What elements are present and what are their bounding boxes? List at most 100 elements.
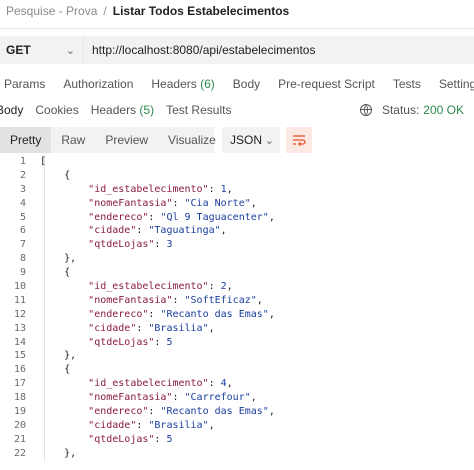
code-line: 12 "endereco": "Recanto das Emas", [0,308,474,322]
status-area: Status: 200 OK [359,100,464,120]
response-tab-label: Test Results [166,103,232,117]
breadcrumb: Pesquise - Prova / Listar Todos Estabele… [6,2,289,20]
breadcrumb-separator: / [103,4,107,18]
code-text: "cidade": "Brasilia", [88,322,215,334]
response-tabs: Body Cookies Headers (5) Test Results [0,103,243,117]
line-number: 17 [13,378,26,390]
code-text: [ [40,156,47,167]
request-tab-params[interactable]: Params [4,77,45,91]
code-line: 2 { [0,169,474,183]
response-tab-count: (5) [139,103,155,117]
code-text: "nomeFantasia": "Cia Norte", [88,197,257,209]
code-text: "nomeFantasia": "SoftEficaz", [88,294,263,306]
globe-icon[interactable] [359,104,372,116]
code-text: { [40,169,71,181]
code-line: 16 { [0,363,474,377]
request-tab-headers[interactable]: Headers (6) [151,77,214,91]
response-tab-label: Body [0,103,24,117]
request-tab-label: Pre-request Script [278,77,375,91]
line-number: 2 [19,169,26,181]
code-text: "nomeFantasia": "Carrefour", [88,392,257,404]
code-text: "qtdeLojas": 5 [88,336,173,348]
line-number: 18 [13,392,26,404]
request-tab-label: Authorization [63,77,134,91]
breadcrumb-collection[interactable]: Pesquise - Prova [6,4,97,18]
code-text: "endereco": "Recanto das Emas", [88,308,275,320]
code-line: 20 "cidade": "Brasilia", [0,419,474,433]
code-line: 19 "endereco": "Recanto das Emas", [0,405,474,419]
code-text: "cidade": "Taguatinga", [88,225,227,237]
url-bar: GET ⌄ http://localhost:8080/api/estabele… [0,36,474,64]
code-text: "qtdeLojas": 5 [88,433,173,445]
response-tabs-bar: Body Cookies Headers (5) Test Results Statu… [0,100,474,120]
method-label: GET [6,43,31,57]
code-line: 4 "nomeFantasia": "Cia Norte", [0,197,474,211]
request-tab-count: (6) [200,77,215,91]
request-tab-label: Tests [392,77,421,91]
code-line: 18 "nomeFantasia": "Carrefour", [0,391,474,405]
format-option-visualize[interactable]: Visualize [158,127,226,153]
request-tab-label: Body [232,77,261,91]
response-tab-cookies[interactable]: Cookies [35,103,78,117]
chevron-down-icon: ⌄ [65,44,75,57]
line-number: 16 [13,364,26,376]
code-line: 17 "id_estabelecimento": 4, [0,377,474,391]
code-line: 10 "id_estabelecimento": 2, [0,280,474,294]
code-text: "id_estabelecimento": 2, [88,281,233,293]
code-line: 22 }, [0,447,474,461]
code-line: 6 "cidade": "Taguatinga", [0,224,474,238]
code-text: "endereco": "Recanto das Emas", [88,406,275,418]
request-tab-authorization[interactable]: Authorization [63,77,133,91]
line-number: 6 [19,225,26,237]
code-text: { [40,267,71,279]
code-text: "cidade": "Brasilia", [88,419,215,431]
response-body-editor[interactable]: 1[2 {3 "id_estabelecimento": 1, 4 "nomeFa… [0,155,474,461]
line-number: 14 [13,336,26,348]
code-line: 7 "qtdeLojas": 3 [0,238,474,252]
line-number: 5 [19,211,26,223]
request-title[interactable]: Listar Todos Estabelecimentos [113,4,290,18]
status-value[interactable]: 200 OK [423,103,464,117]
response-tab-body[interactable]: Body [0,103,23,117]
format-option-raw[interactable]: Raw [51,127,95,153]
code-line: 14 "qtdeLojas": 5 [0,336,474,350]
header-divider [0,28,474,29]
code-text: }, [40,447,77,459]
line-number: 15 [13,350,26,362]
request-tab-settings[interactable]: Settings [439,77,474,91]
response-tab-headers[interactable]: Headers (5) [91,103,154,117]
request-tab-body[interactable]: Body [233,77,260,91]
wrap-lines-icon [293,135,306,146]
method-select[interactable]: GET ⌄ [0,36,84,64]
line-number: 19 [13,406,26,418]
code-line: 13 "cidade": "Brasilia", [0,322,474,336]
code-text: "id_estabelecimento": 4, [88,378,233,390]
code-text: }, [40,253,77,265]
line-number: 9 [19,267,26,279]
line-number: 4 [19,197,26,209]
code-line: 15 }, [0,349,474,363]
chevron-down-icon: ⌄ [264,134,274,147]
line-number: 10 [13,281,26,293]
code-line: 1[ [0,155,474,169]
line-number: 8 [19,253,26,265]
response-tab-label: Cookies [35,103,79,117]
response-tab-label: Headers [90,103,137,117]
wrap-lines-button[interactable] [286,127,312,153]
format-toolbar: Pretty Raw Preview Visualize JSON ⌄ [0,127,474,153]
request-tab-label: Settings [438,77,474,91]
code-line: 9 { [0,266,474,280]
request-tab-tests[interactable]: Tests [393,77,421,91]
format-option-pretty[interactable]: Pretty [0,127,52,153]
response-tab-test-results[interactable]: Test Results [166,103,231,117]
status-label: Status: [381,103,420,117]
code-line: 11 "nomeFantasia": "SoftEficaz", [0,294,474,308]
request-tab-pre-request-script[interactable]: Pre-request Script [278,77,375,91]
language-label: JSON [230,133,263,147]
language-select[interactable]: JSON ⌄ [222,127,280,153]
url-input[interactable]: http://localhost:8080/api/estabeleciment… [84,36,474,64]
code-text: "qtdeLojas": 3 [88,239,173,251]
code-line: 8 }, [0,252,474,266]
line-number: 3 [19,183,26,195]
format-option-preview[interactable]: Preview [95,127,158,153]
